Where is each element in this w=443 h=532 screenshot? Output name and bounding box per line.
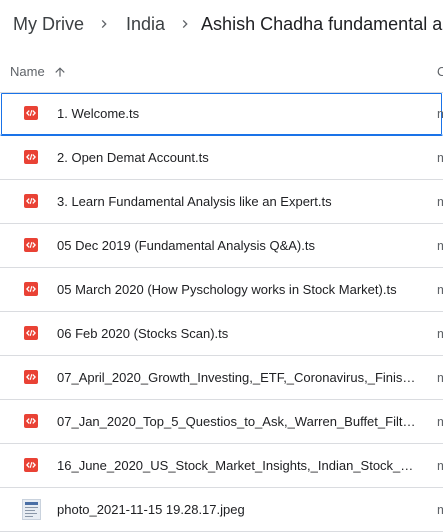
file-name: 05 Dec 2019 (Fundamental Analysis Q&A).t… bbox=[57, 238, 315, 253]
file-row[interactable]: 06 Feb 2020 (Stocks Scan).ts m bbox=[0, 312, 443, 356]
breadcrumb-current-folder[interactable]: Ashish Chadha fundamental analysis bbox=[193, 14, 443, 35]
arrow-up-icon bbox=[55, 66, 65, 77]
code-file-icon bbox=[24, 194, 38, 208]
code-file-icon bbox=[24, 326, 38, 340]
breadcrumb-india[interactable]: India bbox=[112, 14, 169, 35]
file-row[interactable]: 2. Open Demat Account.ts m bbox=[0, 136, 443, 180]
file-name: 07_Jan_2020_Top_5_Questios_to_Ask,_Warre… bbox=[57, 414, 421, 429]
breadcrumb: My Drive India Ashish Chadha fundamental… bbox=[0, 0, 443, 48]
breadcrumb-my-drive[interactable]: My Drive bbox=[0, 14, 88, 35]
file-name: 3. Learn Fundamental Analysis like an Ex… bbox=[57, 194, 332, 209]
file-list-header: Name O bbox=[0, 48, 443, 93]
file-name: photo_2021-11-15 19.28.17.jpeg bbox=[57, 502, 245, 517]
code-file-icon bbox=[24, 150, 38, 164]
file-owner: m bbox=[437, 106, 443, 121]
file-row[interactable]: 16_June_2020_US_Stock_Market_Insights,_I… bbox=[0, 444, 443, 488]
file-owner: m bbox=[437, 414, 443, 429]
chevron-right-icon bbox=[88, 16, 112, 32]
file-list: 1. Welcome.ts m 2. Open Demat Account.ts m 3… bbox=[0, 92, 443, 532]
code-file-icon bbox=[24, 458, 38, 472]
file-name: 1. Welcome.ts bbox=[57, 106, 140, 121]
sort-by-name-button[interactable]: Name bbox=[10, 64, 67, 79]
owner-column-label[interactable]: O bbox=[437, 64, 443, 79]
name-column-label: Name bbox=[10, 64, 45, 79]
file-row[interactable]: 07_April_2020_Growth_Investing,_ETF,_Cor… bbox=[0, 356, 443, 400]
code-file-icon bbox=[24, 238, 38, 252]
file-owner: m bbox=[437, 238, 443, 253]
file-name: 05 March 2020 (How Pyschology works in S… bbox=[57, 282, 397, 297]
chevron-right-icon bbox=[169, 16, 193, 32]
file-owner: m bbox=[437, 194, 443, 209]
file-owner: m bbox=[437, 282, 443, 297]
file-row[interactable]: 07_Jan_2020_Top_5_Questios_to_Ask,_Warre… bbox=[0, 400, 443, 444]
file-row[interactable]: 05 Dec 2019 (Fundamental Analysis Q&A).t… bbox=[0, 224, 443, 268]
image-thumbnail-icon bbox=[22, 499, 41, 520]
code-file-icon bbox=[24, 370, 38, 384]
file-owner: m bbox=[437, 502, 443, 517]
file-row[interactable]: 1. Welcome.ts m bbox=[0, 92, 443, 136]
code-file-icon bbox=[24, 106, 38, 120]
file-owner: m bbox=[437, 370, 443, 385]
file-name: 06 Feb 2020 (Stocks Scan).ts bbox=[57, 326, 229, 341]
file-row[interactable]: 05 March 2020 (How Pyschology works in S… bbox=[0, 268, 443, 312]
file-owner: m bbox=[437, 458, 443, 473]
file-name: 07_April_2020_Growth_Investing,_ETF,_Cor… bbox=[57, 370, 421, 385]
code-file-icon bbox=[24, 414, 38, 428]
file-name: 2. Open Demat Account.ts bbox=[57, 150, 209, 165]
file-owner: m bbox=[437, 326, 443, 341]
file-owner: m bbox=[437, 150, 443, 165]
code-file-icon bbox=[24, 282, 38, 296]
file-row[interactable]: 3. Learn Fundamental Analysis like an Ex… bbox=[0, 180, 443, 224]
file-name: 16_June_2020_US_Stock_Market_Insights,_I… bbox=[57, 458, 421, 473]
file-row[interactable]: photo_2021-11-15 19.28.17.jpeg m bbox=[0, 488, 443, 532]
